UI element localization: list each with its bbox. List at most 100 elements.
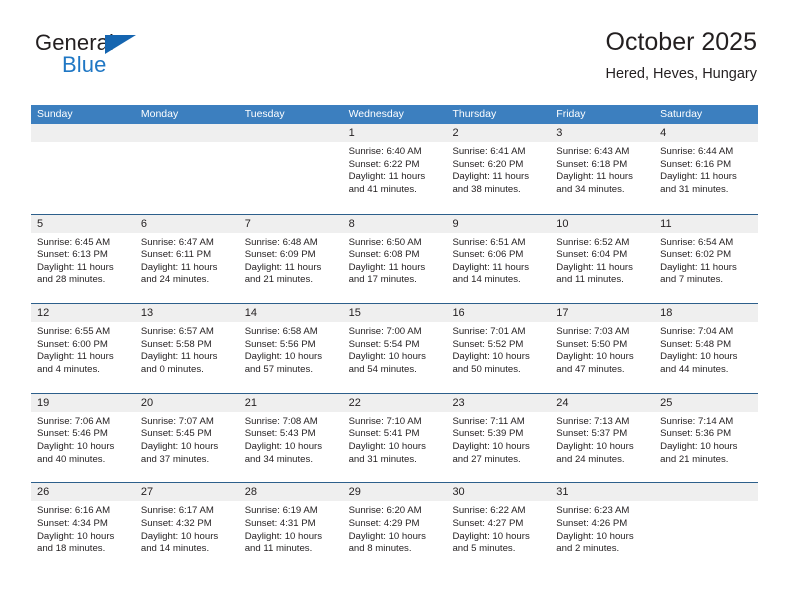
calendar-day-cell[interactable]: 21 Sunrise: 7:08 AM Sunset: 5:43 PM Dayligh… (238, 393, 343, 483)
daylight-text-line2: and 18 minutes. (37, 543, 106, 555)
calendar-day-cell[interactable]: 19 Sunrise: 7:06 AM Sunset: 5:46 PM Dayligh… (31, 393, 135, 483)
calendar-day-cell[interactable]: 5 Sunrise: 6:45 AM Sunset: 6:13 PM Daylight… (31, 214, 135, 304)
calendar-day-cell[interactable]: 2 Sunrise: 6:41 AM Sunset: 6:20 PM Daylight… (446, 124, 551, 214)
weekday-header-friday: Friday (556, 108, 586, 120)
daylight-text-line2: and 31 minutes. (660, 183, 729, 195)
sunset-text: Sunset: 6:13 PM (37, 249, 108, 261)
weekday-header-saturday: Saturday (660, 108, 703, 120)
calendar-day-cell[interactable]: 4 Sunrise: 6:44 AM Sunset: 6:16 PM Daylight… (654, 124, 759, 214)
weekday-header-row: Sunday Monday Tuesday Wednesday Thursday Frid… (31, 105, 758, 124)
calendar-day-cell[interactable]: 13 Sunrise: 6:57 AM Sunset: 5:58 PM Dayligh… (134, 304, 239, 393)
day-number (238, 124, 343, 142)
calendar-day-cell[interactable]: 11 Sunrise: 6:54 AM Sunset: 6:02 PM Dayligh… (654, 214, 759, 304)
daylight-text-line2: and 47 minutes. (556, 363, 625, 375)
daylight-text-line1: Daylight: 11 hours (244, 261, 322, 273)
calendar-day-cell[interactable]: 27 Sunrise: 6:17 AM Sunset: 4:32 PM Dayligh… (134, 483, 239, 572)
calendar-day-cell[interactable]: 24 Sunrise: 7:13 AM Sunset: 5:37 PM Dayligh… (550, 393, 655, 483)
daylight-text-line1: Daylight: 10 hours (348, 440, 426, 452)
calendar-day-cell[interactable]: 8 Sunrise: 6:50 AM Sunset: 6:08 PM Daylight… (342, 214, 447, 304)
calendar-week-row: 5 Sunrise: 6:45 AM Sunset: 6:13 PM Daylight… (31, 213, 759, 304)
calendar-day-cell[interactable]: 23 Sunrise: 7:11 AM Sunset: 5:39 PM Dayligh… (446, 393, 551, 483)
daylight-text-line2: and 44 minutes. (660, 363, 729, 375)
daylight-text-line2: and 21 minutes. (244, 274, 313, 286)
calendar-day-cell[interactable]: 12 Sunrise: 6:55 AM Sunset: 6:00 PM Dayligh… (31, 304, 135, 393)
calendar-day-cell[interactable]: 22 Sunrise: 7:10 AM Sunset: 5:41 PM Dayligh… (342, 393, 447, 483)
sunrise-text: Sunrise: 7:00 AM (348, 326, 422, 338)
sunrise-text: Sunrise: 6:41 AM (452, 146, 526, 157)
daylight-text-line2: and 14 minutes. (452, 274, 521, 286)
daylight-text-line2: and 4 minutes. (37, 363, 100, 375)
daylight-text-line2: and 24 minutes. (556, 453, 625, 465)
day-number: 2 (446, 124, 551, 142)
daylight-text-line2: and 28 minutes. (37, 274, 106, 286)
sunset-text: Sunset: 6:22 PM (348, 158, 420, 170)
calendar-day-cell[interactable]: 1 Sunrise: 6:40 AM Sunset: 6:22 PM Daylight… (342, 124, 447, 214)
sunset-text: Sunset: 6:11 PM (140, 249, 212, 261)
daylight-text-line1: Daylight: 11 hours (452, 261, 530, 273)
calendar-day-cell[interactable]: 26 Sunrise: 6:16 AM Sunset: 4:34 PM Dayligh… (31, 483, 135, 572)
calendar-day-cell[interactable]: 20 Sunrise: 7:07 AM Sunset: 5:45 PM Dayligh… (134, 393, 239, 483)
calendar-day-cell[interactable]: 18 Sunrise: 7:04 AM Sunset: 5:48 PM Dayligh… (654, 304, 759, 393)
daylight-text-line1: Daylight: 10 hours (140, 440, 219, 452)
sunset-text: Sunset: 6:02 PM (660, 249, 732, 261)
day-number: 4 (654, 124, 759, 142)
day-number: 13 (134, 304, 239, 323)
daylight-text-line2: and 50 minutes. (452, 363, 521, 375)
daylight-text-line1: Daylight: 10 hours (37, 440, 115, 452)
day-details: Sunrise: 7:07 AM Sunset: 5:45 PM Daylight:… (135, 412, 239, 466)
calendar-day-cell[interactable]: 15 Sunrise: 7:00 AM Sunset: 5:54 PM Dayligh… (342, 304, 447, 393)
calendar-day-cell[interactable]: 17 Sunrise: 7:03 AM Sunset: 5:50 PM Dayligh… (550, 304, 655, 393)
daylight-text-line2: and 21 minutes. (660, 453, 729, 465)
sunrise-text: Sunrise: 7:06 AM (37, 415, 111, 427)
daylight-text-line1: Daylight: 10 hours (244, 351, 323, 363)
sunrise-text: Sunrise: 7:11 AM (452, 415, 525, 427)
day-details: Sunrise: 6:48 AM Sunset: 6:09 PM Daylight:… (239, 233, 343, 287)
daylight-text-line2: and 11 minutes. (556, 274, 624, 286)
location-subtitle: Hered, Heves, Hungary (605, 65, 757, 82)
sunset-text: Sunset: 6:09 PM (244, 249, 316, 261)
day-number: 22 (342, 393, 447, 412)
daylight-text-line1: Daylight: 11 hours (660, 171, 737, 183)
sunrise-text: Sunrise: 6:20 AM (348, 505, 422, 517)
sunset-text: Sunset: 6:18 PM (556, 158, 628, 170)
calendar-day-cell[interactable]: 10 Sunrise: 6:52 AM Sunset: 6:04 PM Dayligh… (550, 214, 655, 304)
day-number: 23 (446, 393, 551, 412)
sunrise-text: Sunrise: 6:50 AM (348, 236, 422, 248)
calendar-day-cell[interactable]: 16 Sunrise: 7:01 AM Sunset: 5:52 PM Dayligh… (446, 304, 551, 393)
calendar-day-cell[interactable]: 9 Sunrise: 6:51 AM Sunset: 6:06 PM Daylight… (446, 214, 551, 304)
day-details: Sunrise: 7:06 AM Sunset: 5:46 PM Daylight:… (31, 412, 135, 466)
day-details: Sunrise: 6:17 AM Sunset: 4:32 PM Daylight:… (135, 501, 239, 555)
sunrise-text: Sunrise: 6:44 AM (660, 146, 734, 157)
sunrise-text: Sunrise: 7:10 AM (348, 415, 422, 427)
calendar-day-cell[interactable]: 7 Sunrise: 6:48 AM Sunset: 6:09 PM Daylight… (238, 214, 343, 304)
sunset-text: Sunset: 5:39 PM (452, 428, 524, 440)
daylight-text-line1: Daylight: 10 hours (244, 440, 323, 452)
calendar-day-cell[interactable]: 31 Sunrise: 6:23 AM Sunset: 4:26 PM Dayligh… (550, 483, 655, 572)
sunrise-text: Sunrise: 7:07 AM (140, 415, 214, 427)
day-details: Sunrise: 6:58 AM Sunset: 5:56 PM Daylight:… (239, 322, 343, 376)
calendar-day-cell[interactable]: 3 Sunrise: 6:43 AM Sunset: 6:18 PM Daylight… (550, 124, 655, 214)
sunrise-text: Sunrise: 6:58 AM (244, 326, 318, 338)
sunset-text: Sunset: 4:27 PM (452, 517, 524, 529)
sunset-text: Sunset: 5:52 PM (452, 338, 524, 350)
daylight-text-line1: Daylight: 10 hours (452, 351, 530, 363)
weekday-header-tuesday: Tuesday (244, 108, 285, 120)
daylight-text-line2: and 17 minutes. (348, 274, 417, 286)
sunrise-text: Sunrise: 6:17 AM (140, 505, 214, 517)
day-details: Sunrise: 6:57 AM Sunset: 5:58 PM Daylight:… (135, 322, 239, 376)
daylight-text-line1: Daylight: 11 hours (140, 261, 218, 273)
calendar-day-cell[interactable]: 30 Sunrise: 6:22 AM Sunset: 4:27 PM Dayligh… (446, 483, 551, 572)
calendar-day-cell[interactable]: 29 Sunrise: 6:20 AM Sunset: 4:29 PM Dayligh… (342, 483, 447, 572)
daylight-text-line2: and 7 minutes. (660, 274, 724, 286)
calendar-day-cell[interactable]: 28 Sunrise: 6:19 AM Sunset: 4:31 PM Dayligh… (238, 483, 343, 572)
sunrise-text: Sunrise: 7:08 AM (244, 415, 318, 427)
logo-triangle-icon (105, 35, 136, 54)
calendar-day-cell[interactable]: 25 Sunrise: 7:14 AM Sunset: 5:36 PM Dayligh… (654, 393, 759, 483)
calendar-week-row: 1 Sunrise: 6:40 AM Sunset: 6:22 PM Daylight… (31, 124, 759, 214)
daylight-text-line2: and 11 minutes. (244, 543, 313, 555)
calendar-day-cell-empty (31, 124, 135, 214)
calendar-day-cell[interactable]: 6 Sunrise: 6:47 AM Sunset: 6:11 PM Daylight… (134, 214, 239, 304)
daylight-text-line1: Daylight: 11 hours (348, 261, 426, 273)
daylight-text-line2: and 41 minutes. (348, 183, 417, 195)
calendar-day-cell[interactable]: 14 Sunrise: 6:58 AM Sunset: 5:56 PM Dayligh… (238, 304, 343, 393)
